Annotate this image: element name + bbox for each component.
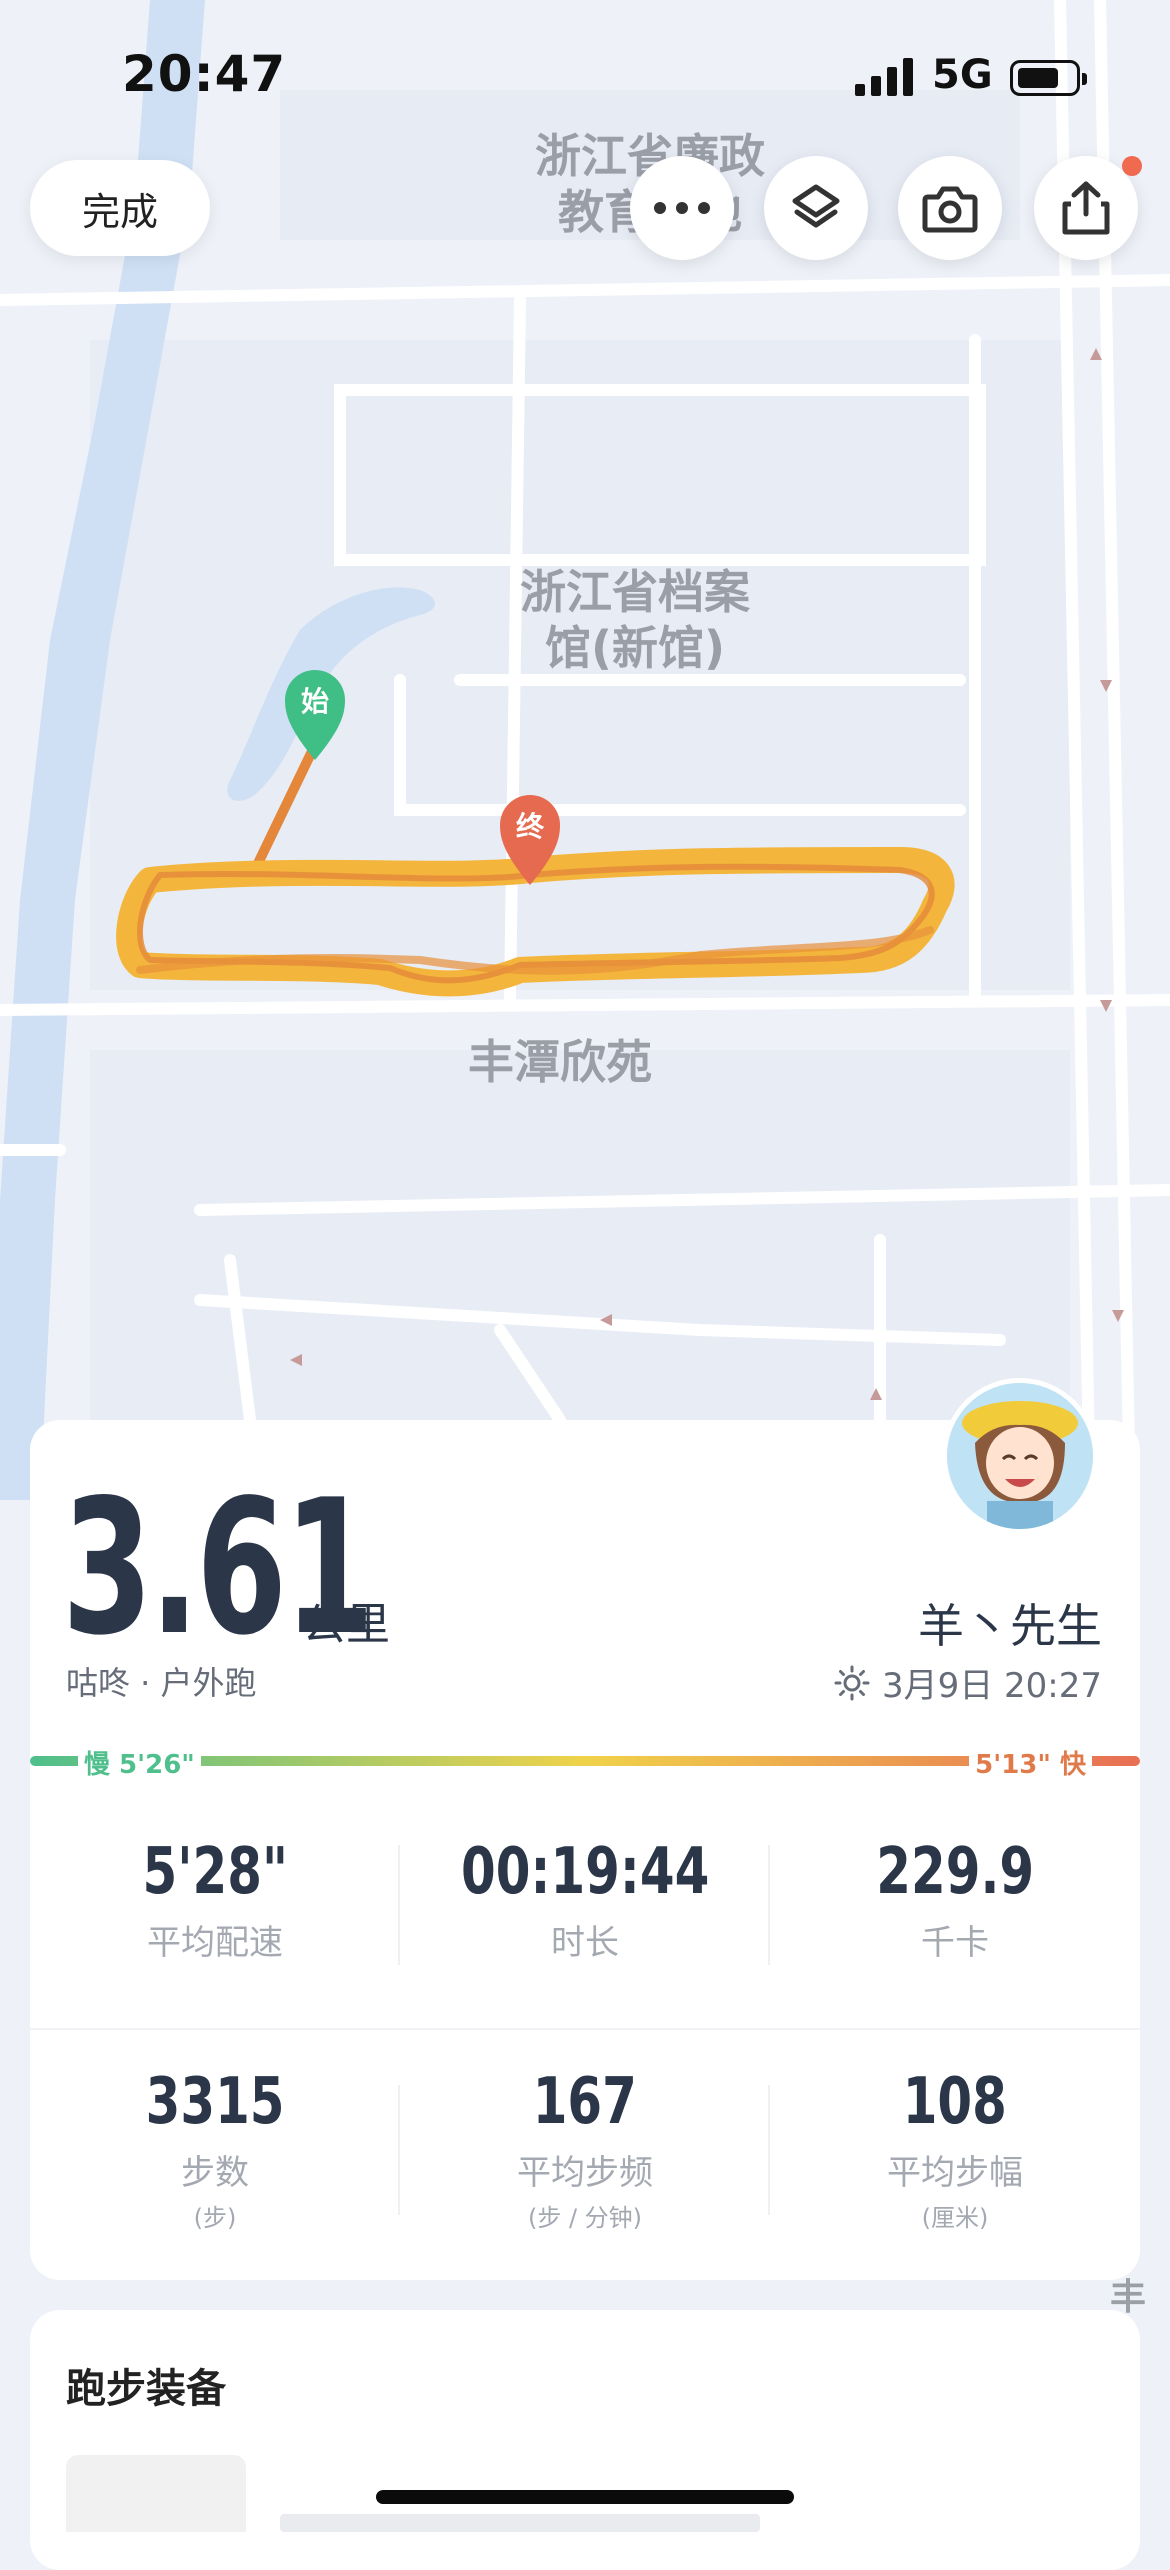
share-icon bbox=[1062, 181, 1110, 235]
map-label-archive: 浙江省档案 馆(新馆) bbox=[520, 565, 750, 675]
stat-label: 时长 bbox=[551, 1923, 619, 1963]
network-type: 5G bbox=[932, 52, 993, 98]
signal-icon bbox=[855, 58, 913, 96]
camera-icon bbox=[922, 186, 978, 233]
stat-stride: 108 平均步幅 (厘米) bbox=[770, 2065, 1140, 2233]
map-label-fengtan: 丰潭欣苑 bbox=[468, 1035, 652, 1089]
stat-label: 平均步频 bbox=[517, 2153, 653, 2193]
sun-icon bbox=[834, 1665, 870, 1700]
home-indicator[interactable] bbox=[376, 2490, 794, 2504]
stat-value: 00:19:44 bbox=[460, 1835, 710, 1909]
stat-value: 167 bbox=[532, 2065, 638, 2139]
stat-unit: (厘米) bbox=[921, 2204, 989, 2232]
stats-divider bbox=[30, 2028, 1140, 2030]
start-marker-label: 始 bbox=[300, 685, 329, 718]
notification-dot bbox=[1122, 156, 1142, 176]
stat-label: 千卡 bbox=[921, 1923, 989, 1963]
gear-thumbnail[interactable] bbox=[66, 2455, 246, 2532]
stat-duration: 00:19:44 时长 bbox=[400, 1835, 770, 1964]
stat-avg-pace: 5'28" 平均配速 bbox=[30, 1835, 400, 1964]
stat-label: 平均配速 bbox=[147, 1923, 283, 1963]
user-name: 羊丶先生 bbox=[918, 1599, 1102, 1653]
stat-unit: (步) bbox=[193, 2204, 237, 2232]
share-button[interactable] bbox=[1034, 156, 1142, 260]
pace-fast-label: 5'13" 快 bbox=[969, 1744, 1092, 1781]
stat-cadence: 167 平均步频 (步 / 分钟) bbox=[400, 2065, 770, 2233]
layers-icon bbox=[792, 184, 840, 228]
stat-value: 229.9 bbox=[876, 1835, 1034, 1909]
running-gear-title: 跑步装备 bbox=[66, 2366, 226, 2412]
activity-datetime: 3月9日 20:27 bbox=[834, 1658, 1102, 1707]
pace-slow-label: 慢 5'26" bbox=[78, 1744, 201, 1781]
stat-unit: (步 / 分钟) bbox=[527, 2204, 643, 2232]
stat-label: 步数 bbox=[181, 2153, 249, 2193]
done-button[interactable]: 完成 bbox=[30, 160, 210, 256]
user-avatar[interactable] bbox=[942, 1378, 1098, 1534]
status-time: 20:47 bbox=[122, 45, 287, 103]
stat-steps: 3315 步数 (步) bbox=[30, 2065, 400, 2233]
datetime-text: 3月9日 20:27 bbox=[881, 1666, 1102, 1706]
stat-value: 3315 bbox=[145, 2065, 285, 2139]
camera-button[interactable] bbox=[898, 156, 1002, 260]
more-icon bbox=[654, 202, 710, 214]
activity-source: 咕咚 · 户外跑 bbox=[66, 1664, 257, 1702]
stat-value: 108 bbox=[902, 2065, 1008, 2139]
gear-item-text-placeholder bbox=[280, 2514, 760, 2532]
stat-calories: 229.9 千卡 bbox=[770, 1835, 1140, 1964]
status-bar: 20:47 5G bbox=[0, 0, 1170, 150]
avatar-image bbox=[947, 1383, 1093, 1529]
battery-icon bbox=[1010, 60, 1087, 96]
map-layers-button[interactable] bbox=[764, 156, 868, 260]
end-marker-label: 终 bbox=[515, 810, 544, 843]
more-button[interactable] bbox=[630, 156, 734, 260]
stat-label: 平均步幅 bbox=[887, 2153, 1023, 2193]
distance-unit: 公里 bbox=[302, 1599, 390, 1650]
stat-value: 5'28" bbox=[142, 1835, 288, 1909]
